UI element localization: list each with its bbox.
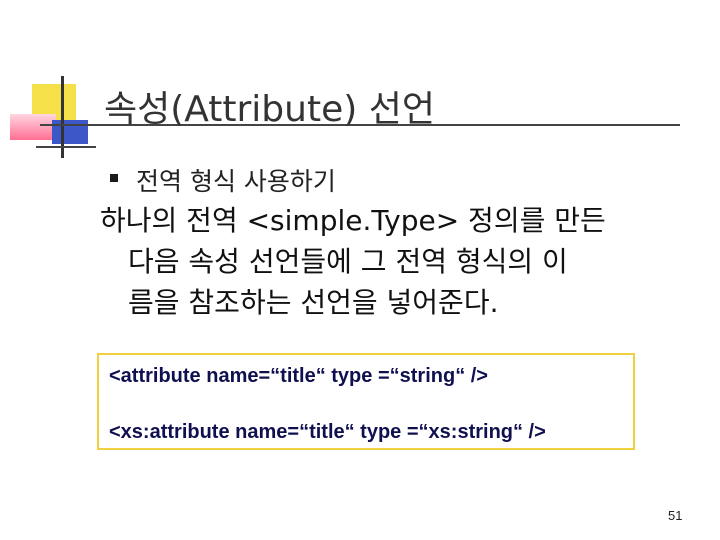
body-line: 다음 속성 선언들에 그 전역 형식의 이 xyxy=(128,245,568,278)
body-line: 하나의 전역 <simple.Type> 정의를 만든 xyxy=(100,204,606,237)
code-example-box: <attribute name=“title“ type =“string“ /… xyxy=(97,353,635,450)
bullet-square-icon xyxy=(110,174,118,182)
code-line-attribute: <attribute name=“title“ type =“string“ /… xyxy=(109,365,488,387)
body-line: 름을 참조하는 선언을 넣어준다. xyxy=(128,286,499,319)
bullet-text: 전역 형식 사용하기 xyxy=(136,167,336,196)
code-line-xs-attribute: <xs:attribute name=“title“ type =“xs:str… xyxy=(109,421,546,443)
decor-pink-square xyxy=(10,114,56,140)
body-paragraph: 하나의 전역 <simple.Type> 정의를 만든 다음 속성 선언들에 그… xyxy=(100,200,690,323)
decor-short-line xyxy=(36,146,96,148)
slide-title: 속성(Attribute) 선언 xyxy=(104,89,435,130)
page-number: 51 xyxy=(668,508,683,523)
